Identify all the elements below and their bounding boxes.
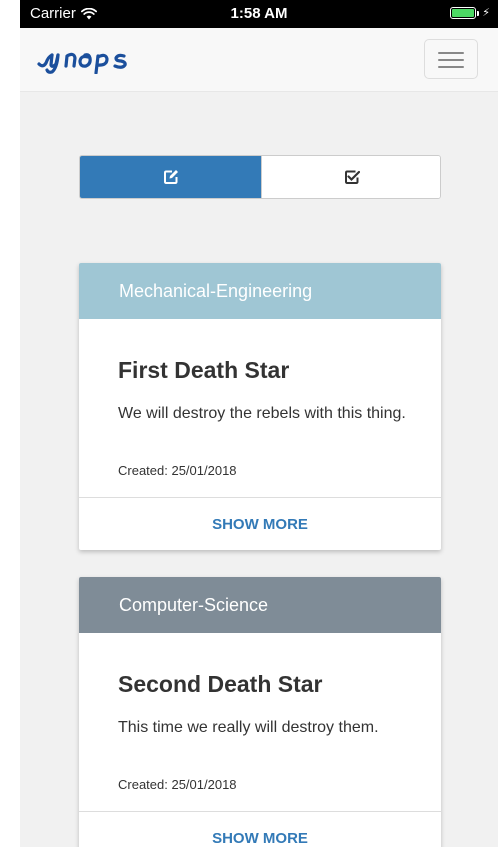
app-screen: Carrier 1:58 AM ⚡ Mechanical-Engineering… (20, 0, 498, 847)
card-created-date: Created: 25/01/2018 (118, 463, 237, 478)
card-title: Second Death Star (118, 671, 323, 697)
hamburger-icon-bar (438, 52, 464, 54)
project-card: Mechanical-Engineering First Death Star … (79, 263, 441, 550)
project-card: Computer-Science Second Death Star This … (79, 577, 441, 847)
battery-icon (450, 7, 477, 19)
tab-completed-view[interactable] (261, 156, 440, 198)
card-description: This time we really will destroy them. (118, 719, 379, 736)
card-title: First Death Star (118, 357, 290, 383)
navbar (20, 28, 498, 92)
clock: 1:58 AM (230, 5, 288, 22)
card-category-label: Mechanical-Engineering (119, 280, 313, 301)
battery-indicator: ⚡ (450, 7, 490, 19)
card-category-header: Computer-Science (79, 577, 441, 633)
synaps-logo[interactable] (36, 46, 144, 74)
card-created-date: Created: 25/01/2018 (118, 777, 237, 792)
card-category-header: Mechanical-Engineering (79, 263, 441, 319)
show-more-button[interactable]: SHOW MORE (79, 812, 441, 847)
hamburger-icon-bar (438, 59, 464, 61)
checked-checkbox-icon (344, 170, 360, 184)
hamburger-icon-bar (438, 66, 464, 68)
charging-bolt-icon: ⚡ (482, 6, 490, 19)
card-category-label: Computer-Science (119, 594, 269, 615)
battery-level-fill (452, 9, 475, 17)
edit-checkbox-icon (163, 170, 178, 184)
show-more-button[interactable]: SHOW MORE (79, 498, 441, 550)
status-bar: Carrier 1:58 AM ⚡ (20, 0, 498, 28)
view-toggle (79, 155, 441, 199)
menu-toggle-button[interactable] (424, 39, 478, 79)
card-description: We will destroy the rebels with this thi… (118, 405, 406, 422)
tab-edit-view[interactable] (80, 156, 261, 198)
battery-tip (477, 10, 480, 16)
